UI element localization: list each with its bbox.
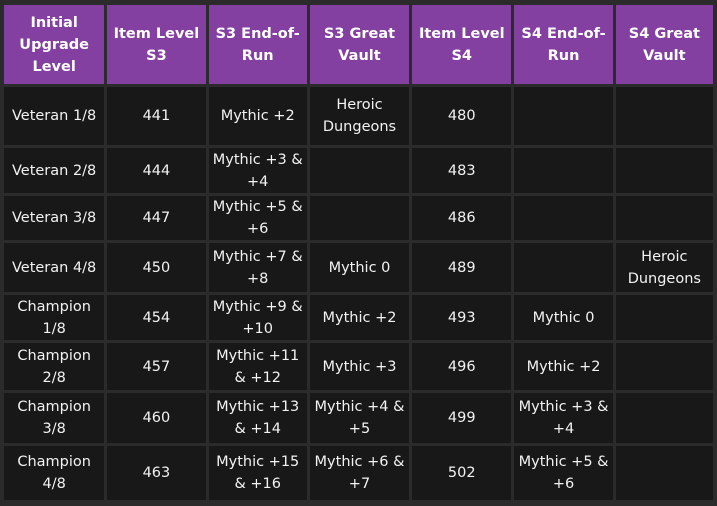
table-cell: Mythic +5 & +6 xyxy=(514,446,613,500)
table-row: Champion 3/8 460 Mythic +13 & +14 Mythic +4… xyxy=(4,393,713,443)
table-cell: Mythic +6 & +7 xyxy=(309,446,410,500)
table-cell: Champion 2/8 xyxy=(4,343,105,390)
table-cell: Mythic +3 xyxy=(309,343,410,390)
table-row: Veteran 4/8 450 Mythic +7 & +8 Mythic 0 489 H… xyxy=(4,243,713,292)
table-cell xyxy=(309,196,410,240)
table-cell: Veteran 3/8 xyxy=(4,196,105,240)
table-cell: Mythic +4 & +5 xyxy=(309,393,410,443)
table-cell xyxy=(615,295,713,340)
table-row: Champion 2/8 457 Mythic +11 & +12 Mythic +3… xyxy=(4,343,713,390)
table-cell xyxy=(615,343,713,390)
table-cell: Mythic +3 & +4 xyxy=(514,393,613,443)
table-cell: Mythic +9 & +10 xyxy=(208,295,307,340)
table-cell xyxy=(309,148,410,193)
table-cell: Champion 3/8 xyxy=(4,393,105,443)
table-cell: Mythic +13 & +14 xyxy=(208,393,307,443)
table-cell: Mythic 0 xyxy=(514,295,613,340)
column-header: S4 Great Vault xyxy=(615,5,713,84)
table-cell: 444 xyxy=(107,148,206,193)
table-cell: Mythic +11 & +12 xyxy=(208,343,307,390)
table-cell: 489 xyxy=(412,243,512,292)
table-cell xyxy=(514,243,613,292)
table-cell: 493 xyxy=(412,295,512,340)
table-cell: Veteran 2/8 xyxy=(4,148,105,193)
table-cell: 463 xyxy=(107,446,206,500)
upgrade-table: Initial Upgrade Level Item Level S3 S3 End… xyxy=(1,2,716,503)
table-cell xyxy=(514,148,613,193)
table-cell: Heroic Dungeons xyxy=(615,243,713,292)
table-cell: 483 xyxy=(412,148,512,193)
table-cell: 460 xyxy=(107,393,206,443)
table-cell xyxy=(615,148,713,193)
table-row: Champion 1/8 454 Mythic +9 & +10 Mythic +2 4… xyxy=(4,295,713,340)
table-row: Champion 4/8 463 Mythic +15 & +16 Mythic +6… xyxy=(4,446,713,500)
table-cell: 486 xyxy=(412,196,512,240)
table-cell: 441 xyxy=(107,87,206,145)
table-cell: 499 xyxy=(412,393,512,443)
table-cell: Mythic +15 & +16 xyxy=(208,446,307,500)
column-header: Item Level S3 xyxy=(107,5,206,84)
table-cell xyxy=(615,446,713,500)
table-cell: Mythic +7 & +8 xyxy=(208,243,307,292)
table-cell: Champion 1/8 xyxy=(4,295,105,340)
table-cell xyxy=(514,196,613,240)
table-cell xyxy=(615,196,713,240)
table-cell: Mythic +3 & +4 xyxy=(208,148,307,193)
table-cell: Mythic 0 xyxy=(309,243,410,292)
table-cell: Champion 4/8 xyxy=(4,446,105,500)
table-cell: 454 xyxy=(107,295,206,340)
table-cell: Mythic +2 xyxy=(309,295,410,340)
column-header: S4 End-of-Run xyxy=(514,5,613,84)
column-header: Initial Upgrade Level xyxy=(4,5,105,84)
table-cell: 457 xyxy=(107,343,206,390)
table-cell xyxy=(615,393,713,443)
table-cell: 502 xyxy=(412,446,512,500)
table-cell: Mythic +5 & +6 xyxy=(208,196,307,240)
column-header: S3 Great Vault xyxy=(309,5,410,84)
table-cell xyxy=(514,87,613,145)
table-cell: Mythic +2 xyxy=(514,343,613,390)
table-cell: 480 xyxy=(412,87,512,145)
table-cell: 496 xyxy=(412,343,512,390)
column-header: Item Level S4 xyxy=(412,5,512,84)
table-cell: Veteran 1/8 xyxy=(4,87,105,145)
table-cell: Mythic +2 xyxy=(208,87,307,145)
table-cell: Heroic Dungeons xyxy=(309,87,410,145)
table-row: Veteran 1/8 441 Mythic +2 Heroic Dungeons 48… xyxy=(4,87,713,145)
table-cell: 447 xyxy=(107,196,206,240)
header-row: Initial Upgrade Level Item Level S3 S3 End… xyxy=(4,5,713,84)
table-cell: Veteran 4/8 xyxy=(4,243,105,292)
table-row: Veteran 2/8 444 Mythic +3 & +4 483 xyxy=(4,148,713,193)
table-cell xyxy=(615,87,713,145)
table-cell: 450 xyxy=(107,243,206,292)
table-row: Veteran 3/8 447 Mythic +5 & +6 486 xyxy=(4,196,713,240)
column-header: S3 End-of-Run xyxy=(208,5,307,84)
